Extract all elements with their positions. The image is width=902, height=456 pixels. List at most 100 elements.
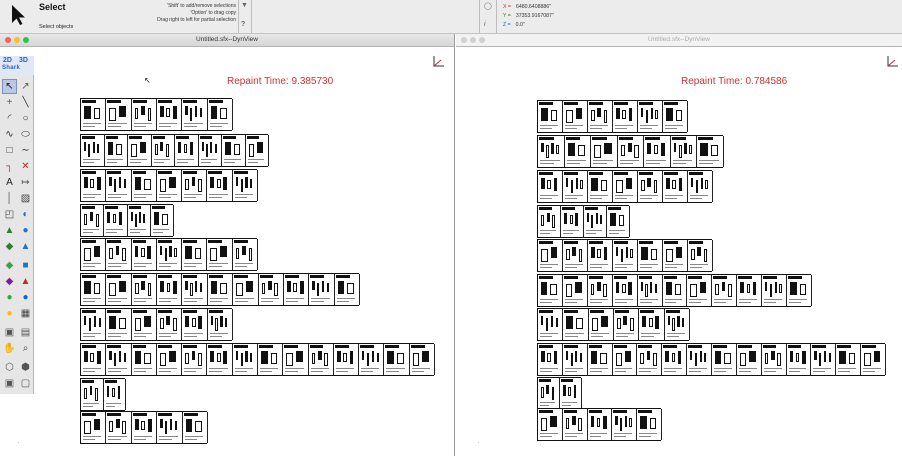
drawing-sheet[interactable] bbox=[588, 171, 613, 202]
drawing-sheet[interactable] bbox=[182, 309, 208, 340]
drawing-sheet[interactable] bbox=[81, 205, 105, 236]
drawing-sheet[interactable] bbox=[591, 136, 618, 167]
drawing-sheet[interactable] bbox=[131, 99, 157, 130]
drawing-sheet[interactable] bbox=[587, 409, 613, 440]
drawing-sheet[interactable] bbox=[563, 309, 589, 340]
drawing-sheet[interactable] bbox=[81, 135, 105, 166]
drawing-sheet[interactable] bbox=[103, 379, 126, 410]
drawing-sheet[interactable] bbox=[222, 135, 246, 166]
sheet-row[interactable] bbox=[537, 377, 582, 410]
dimension-icon[interactable]: ↦ bbox=[18, 175, 33, 190]
drawing-sheet[interactable] bbox=[663, 171, 688, 202]
measure-icon[interactable]: │ bbox=[2, 191, 17, 206]
drawing-sheet[interactable] bbox=[81, 379, 104, 410]
drawing-sheet[interactable] bbox=[131, 274, 158, 305]
drawing-sheet[interactable] bbox=[81, 412, 107, 443]
drawing-sheet[interactable] bbox=[538, 206, 561, 237]
drawing-sheet[interactable] bbox=[81, 274, 107, 305]
drawing-sheet[interactable] bbox=[131, 239, 157, 270]
drawing-sheet[interactable] bbox=[712, 275, 738, 306]
shell-icon[interactable]: ▲ bbox=[18, 274, 33, 289]
help-icon[interactable]: ? bbox=[241, 21, 245, 28]
drawing-sheet[interactable] bbox=[663, 101, 688, 132]
drawing-sheet[interactable] bbox=[638, 240, 663, 271]
drawing-sheet[interactable] bbox=[81, 99, 107, 130]
drawing-sheet[interactable] bbox=[207, 274, 234, 305]
drawing-sheet[interactable] bbox=[562, 409, 588, 440]
revolve-icon[interactable]: ◆ bbox=[2, 239, 17, 254]
drawing-sheet[interactable] bbox=[688, 171, 713, 202]
left-window-titlebar[interactable]: Untitled.sfx--DynView bbox=[0, 34, 454, 47]
sheet-row[interactable] bbox=[537, 308, 690, 341]
drawing-sheet[interactable] bbox=[333, 344, 360, 375]
drawing-sheet[interactable] bbox=[638, 171, 663, 202]
drawing-sheet[interactable] bbox=[662, 275, 688, 306]
mode-2d-tab[interactable]: 2D bbox=[3, 57, 12, 64]
drawing-sheet[interactable] bbox=[612, 275, 638, 306]
drawing-sheet[interactable] bbox=[81, 344, 107, 375]
drawing-sheet[interactable] bbox=[384, 344, 410, 375]
boolean-icon[interactable]: ● bbox=[2, 290, 17, 305]
right-window-titlebar[interactable]: Untitled.sfx--DynView bbox=[456, 34, 902, 47]
drawing-sheet[interactable] bbox=[151, 135, 175, 166]
rectangle-icon[interactable]: □ bbox=[2, 143, 17, 158]
drawing-sheet[interactable] bbox=[762, 275, 788, 306]
curve-icon[interactable]: ∿ bbox=[2, 127, 17, 142]
sheet-row[interactable] bbox=[80, 98, 233, 131]
coord-options-icon[interactable]: ◯ bbox=[484, 2, 492, 10]
drawing-sheet[interactable] bbox=[562, 344, 588, 375]
drawing-sheet[interactable] bbox=[207, 309, 233, 340]
sheet-row[interactable] bbox=[80, 238, 258, 271]
sheet-row[interactable] bbox=[80, 134, 269, 167]
mode-3d-tab[interactable]: 3D bbox=[19, 57, 28, 64]
ellipse-icon[interactable]: ⬭ bbox=[18, 127, 33, 142]
texture-icon[interactable]: ▦ bbox=[18, 306, 33, 321]
extrude-icon[interactable]: ▲ bbox=[2, 223, 17, 238]
drawing-sheet[interactable] bbox=[106, 99, 132, 130]
sheet-row[interactable] bbox=[537, 135, 724, 168]
drawing-sheet[interactable] bbox=[564, 136, 592, 167]
pan-hand-icon[interactable]: ✋ bbox=[2, 341, 17, 356]
drawing-sheet[interactable] bbox=[613, 240, 638, 271]
sheet-row[interactable] bbox=[537, 408, 662, 441]
view-iso-icon[interactable]: ⬡ bbox=[2, 360, 17, 375]
drawing-sheet[interactable] bbox=[587, 344, 613, 375]
sheet-row[interactable] bbox=[537, 170, 713, 203]
drawing-sheet[interactable] bbox=[128, 135, 152, 166]
drawing-sheet[interactable] bbox=[157, 309, 183, 340]
drawing-sheet[interactable] bbox=[563, 171, 588, 202]
mirror-icon[interactable]: ◐ bbox=[18, 207, 33, 222]
drawing-sheet[interactable] bbox=[258, 274, 284, 305]
drawing-sheet[interactable] bbox=[687, 275, 713, 306]
sheet-row[interactable] bbox=[537, 100, 688, 133]
drawing-sheet[interactable] bbox=[538, 275, 563, 306]
circle-icon[interactable]: ○ bbox=[18, 111, 33, 126]
drawing-sheet[interactable] bbox=[538, 344, 563, 375]
drawing-sheet[interactable] bbox=[638, 101, 663, 132]
loft-icon[interactable]: ◆ bbox=[2, 258, 17, 273]
solid-icon[interactable]: ■ bbox=[18, 258, 33, 273]
drawing-sheet[interactable] bbox=[81, 239, 107, 270]
dropdown-arrow-icon[interactable]: ▼ bbox=[241, 2, 248, 9]
sheet-row[interactable] bbox=[80, 378, 126, 411]
drawing-sheet[interactable] bbox=[612, 409, 638, 440]
drawing-sheet[interactable] bbox=[232, 170, 258, 201]
drawing-sheet[interactable] bbox=[283, 344, 309, 375]
drawing-sheet[interactable] bbox=[737, 275, 763, 306]
drawing-sheet[interactable] bbox=[538, 101, 563, 132]
sweep-icon[interactable]: ▲ bbox=[18, 239, 33, 254]
drawing-sheet[interactable] bbox=[612, 344, 638, 375]
drawing-sheet[interactable] bbox=[207, 99, 233, 130]
drawing-sheet[interactable] bbox=[639, 309, 665, 340]
drawing-sheet[interactable] bbox=[644, 136, 671, 167]
drawing-sheet[interactable] bbox=[106, 239, 132, 270]
drawing-sheet[interactable] bbox=[127, 205, 151, 236]
drawing-sheet[interactable] bbox=[617, 136, 645, 167]
drawing-sheet[interactable] bbox=[687, 344, 712, 375]
drawing-sheet[interactable] bbox=[156, 170, 183, 201]
drawing-sheet[interactable] bbox=[131, 170, 157, 201]
render-icon[interactable]: ● bbox=[18, 290, 33, 305]
drawing-sheet[interactable] bbox=[563, 240, 588, 271]
zoom-icon[interactable]: ⌕ bbox=[18, 341, 33, 356]
drawing-sheet[interactable] bbox=[207, 239, 233, 270]
